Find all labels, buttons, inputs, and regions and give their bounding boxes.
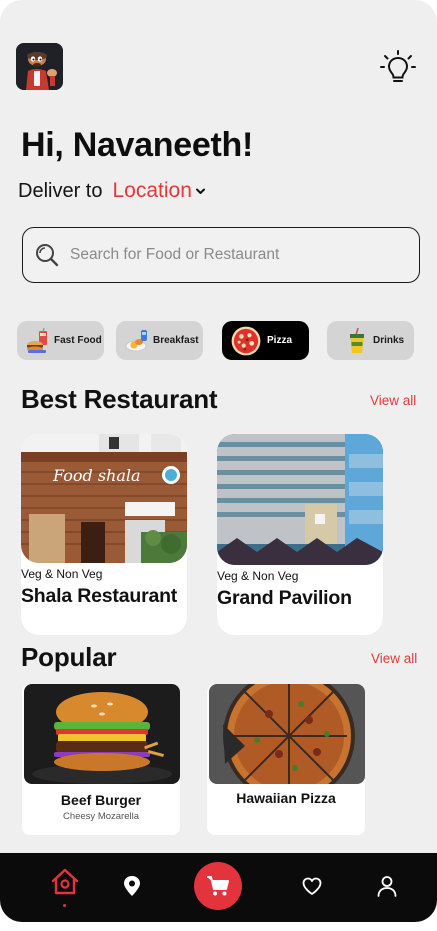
restaurant-type: Veg & Non Veg [217, 569, 299, 583]
lightbulb-icon[interactable] [380, 50, 416, 86]
search-bar[interactable] [22, 227, 420, 283]
popular-item-card[interactable]: Hawaiian Pizza [207, 684, 365, 835]
category-breakfast[interactable]: Breakfast [116, 321, 203, 360]
fast-food-icon [27, 327, 47, 353]
profile-icon [377, 876, 397, 897]
chevron-down-icon [195, 188, 205, 194]
location-selector[interactable]: Location [112, 179, 205, 203]
category-label: Pizza [267, 335, 293, 346]
food-name: Hawaiian Pizza [236, 790, 336, 806]
popular-title: Popular [21, 642, 117, 672]
nav-cart[interactable] [194, 862, 242, 910]
popular-view-all[interactable]: View all [371, 651, 417, 666]
location-pin-icon [124, 876, 140, 896]
category-label: Fast Food [54, 335, 102, 346]
shop-sign: Food shala [52, 466, 141, 485]
category-label: Drinks [373, 335, 405, 346]
nav-favorites[interactable] [302, 877, 322, 901]
heart-icon [302, 877, 322, 895]
food-description: Cheesy Mozarella [62, 811, 140, 822]
search-icon [36, 244, 59, 267]
category-fast-food[interactable]: Fast Food [17, 321, 104, 360]
nav-profile[interactable] [376, 875, 398, 902]
category-pizza[interactable]: Pizza [222, 321, 309, 360]
restaurant-card[interactable]: Food shala Veg & Non Veg Shala Restauran… [21, 434, 187, 635]
restaurant-image [217, 434, 383, 565]
home-icon [51, 868, 79, 895]
search-input[interactable] [70, 246, 390, 264]
bottom-nav [0, 853, 437, 922]
food-name: Beef Burger [60, 792, 142, 808]
nav-home[interactable] [50, 867, 80, 902]
deliver-label: Deliver to [18, 179, 103, 202]
greeting-title: Hi, Navaneeth! [21, 126, 253, 164]
deliver-row: Deliver to Location [18, 178, 206, 204]
food-image [209, 684, 365, 784]
avatar-illustration [16, 43, 63, 90]
active-indicator [63, 904, 66, 907]
restaurant-name: Grand Pavilion [217, 587, 352, 609]
best-restaurant-view-all[interactable]: View all [370, 393, 416, 408]
category-drinks[interactable]: Drinks [327, 321, 414, 360]
restaurant-type: Veg & Non Veg [21, 567, 103, 581]
location-label: Location [112, 179, 192, 202]
category-label: Breakfast [153, 335, 199, 346]
best-restaurant-title: Best Restaurant [21, 384, 218, 414]
drinks-icon [350, 327, 364, 353]
breakfast-icon [125, 329, 147, 351]
app-screen: Hi, Navaneeth! Deliver to Location Searc… [0, 0, 437, 922]
nav-location[interactable] [122, 875, 142, 902]
popular-item-card[interactable]: Beef Burger Cheesy Mozarella [22, 684, 180, 835]
restaurant-card[interactable]: Veg & Non Veg Grand Pavilion [217, 434, 383, 635]
food-image [24, 684, 180, 784]
restaurant-image: Food shala [21, 434, 187, 563]
pizza-icon [231, 326, 261, 355]
user-avatar[interactable] [16, 43, 63, 90]
cart-icon [207, 876, 229, 896]
restaurant-name: Shala Restaurant [21, 585, 178, 607]
